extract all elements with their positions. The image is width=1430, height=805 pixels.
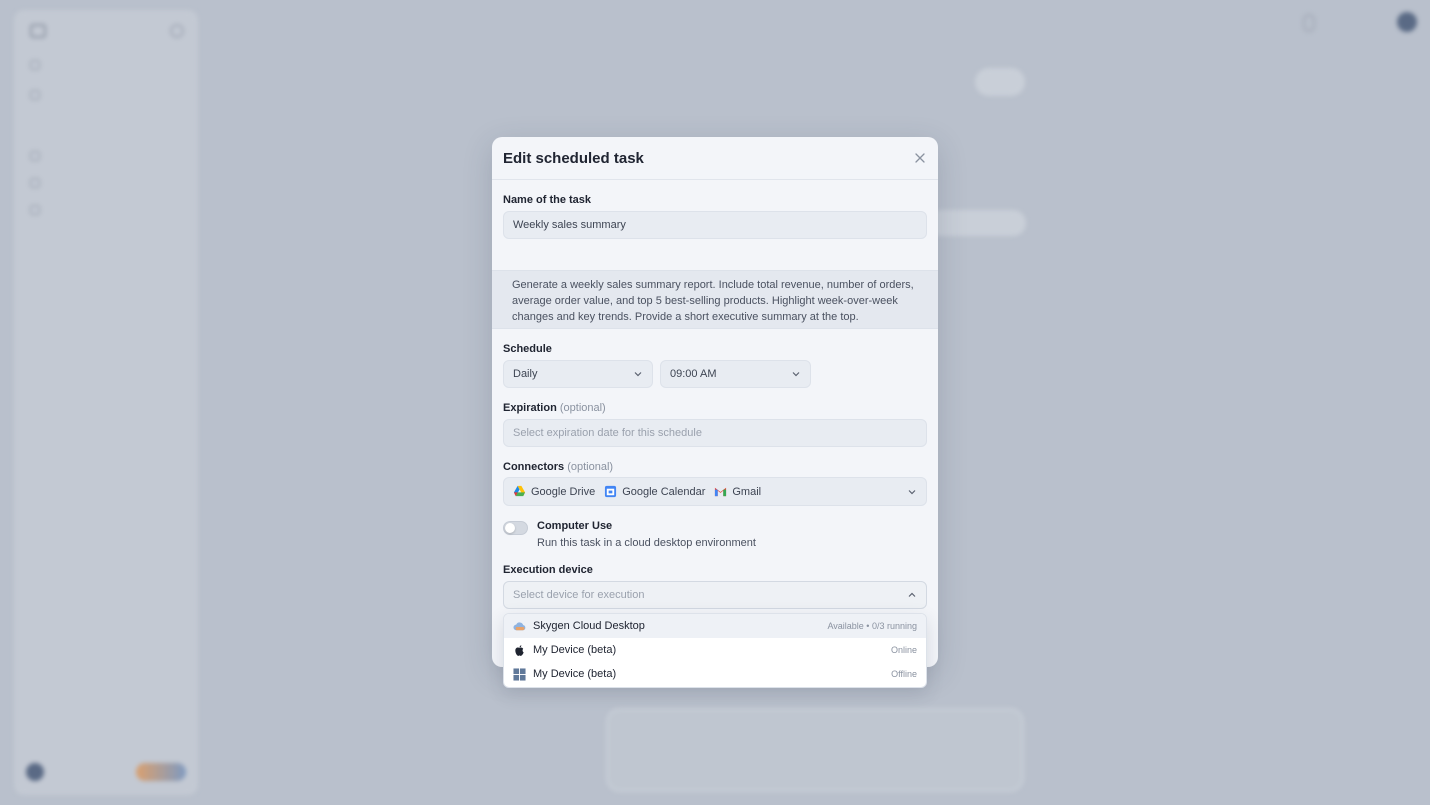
chevron-down-icon: [792, 372, 800, 377]
connector-gmail: Gmail: [714, 485, 761, 498]
menu-icon: [30, 90, 40, 100]
menu-icon: [30, 205, 40, 215]
device-status: Online: [890, 645, 917, 655]
task-name-input[interactable]: Weekly sales summary: [503, 211, 927, 239]
sidebar-item: [30, 56, 40, 74]
sidebar-item: [30, 86, 40, 104]
sidebar-item: [30, 201, 40, 219]
chevron-down-icon: [634, 372, 642, 377]
sidebar-item: [30, 147, 40, 165]
device-status: Offline: [891, 669, 917, 679]
connector-google-calendar: Google Calendar: [604, 485, 705, 498]
sidebar: [14, 10, 198, 795]
frequency-select[interactable]: Daily: [503, 360, 653, 388]
chat-bubble: [926, 210, 1026, 236]
chevron-down-icon: [908, 489, 916, 494]
google-drive-icon: [513, 485, 526, 497]
close-icon: [915, 153, 925, 163]
cloud-icon: [513, 621, 526, 630]
chevron-up-icon: [908, 592, 916, 597]
optional-hint: (optional): [559, 402, 606, 414]
time-value: 09:00 AM: [670, 368, 717, 380]
avatar: [1397, 12, 1417, 32]
task-name-label: Name of the task: [503, 194, 592, 206]
menu-icon: [30, 178, 40, 188]
connector-label: Google Drive: [531, 485, 596, 498]
schedule-label: Schedule: [503, 343, 552, 355]
computer-use-description: Run this task in a cloud desktop environ…: [537, 537, 756, 549]
avatar: [26, 763, 44, 781]
sidebar-toggle-icon: [30, 24, 46, 38]
expiration-label: Expiration (optional): [503, 402, 606, 414]
message-composer: [606, 708, 1024, 792]
menu-icon: [30, 151, 40, 161]
computer-use-title: Computer Use: [537, 520, 613, 532]
connectors-label-text: Connectors: [503, 461, 565, 473]
task-name-value: Weekly sales summary: [513, 219, 626, 231]
connector-label: Google Calendar: [622, 485, 706, 498]
time-select[interactable]: 09:00 AM: [660, 360, 811, 388]
apple-icon: [515, 644, 524, 656]
execution-device-select[interactable]: Select device for execution: [503, 581, 927, 609]
device-placeholder: Select device for execution: [513, 589, 645, 601]
device-option-windows[interactable]: My Device (beta) Offline: [504, 662, 926, 686]
connectors-select[interactable]: Google Drive Google Calendar Gmail: [503, 477, 927, 506]
gmail-icon: [715, 487, 727, 497]
menu-icon: [30, 60, 40, 70]
plan-badge: [136, 763, 186, 781]
expiration-placeholder: Select expiration date for this schedule: [513, 427, 702, 439]
modal-header: Edit scheduled task: [492, 137, 938, 180]
collapse-icon: [170, 24, 184, 38]
windows-icon: [513, 667, 526, 681]
execution-device-label: Execution device: [503, 564, 593, 576]
expiration-label-text: Expiration: [503, 402, 557, 414]
edit-task-modal: Edit scheduled task Name of the task Wee…: [492, 137, 938, 667]
modal-title: Edit scheduled task: [503, 149, 644, 167]
sidebar-item: [30, 174, 40, 192]
device-name: My Device (beta): [533, 644, 617, 656]
chat-bubble: [975, 68, 1025, 96]
sidebar-user: [26, 763, 44, 781]
expiration-date-input[interactable]: Select expiration date for this schedule: [503, 419, 927, 447]
frequency-value: Daily: [513, 368, 538, 380]
computer-use-toggle[interactable]: [503, 521, 528, 535]
toggle-knob: [505, 523, 515, 533]
optional-hint: (optional): [567, 461, 614, 473]
microphone-icon: [1303, 14, 1315, 32]
device-option-cloud[interactable]: Skygen Cloud Desktop Available • 0/3 run…: [504, 614, 926, 638]
device-status: Available • 0/3 running: [827, 621, 917, 631]
connectors-label: Connectors (optional): [503, 461, 613, 473]
task-prompt-textarea[interactable]: Generate a weekly sales summary report. …: [492, 270, 938, 329]
device-dropdown: Skygen Cloud Desktop Available • 0/3 run…: [503, 613, 927, 688]
google-calendar-icon: [605, 485, 617, 498]
connector-google-drive: Google Drive: [513, 485, 595, 498]
close-button[interactable]: [913, 151, 927, 165]
device-name: Skygen Cloud Desktop: [533, 620, 645, 632]
device-option-mac[interactable]: My Device (beta) Online: [504, 638, 926, 662]
connector-label: Gmail: [732, 485, 762, 498]
device-name: My Device (beta): [533, 668, 617, 680]
